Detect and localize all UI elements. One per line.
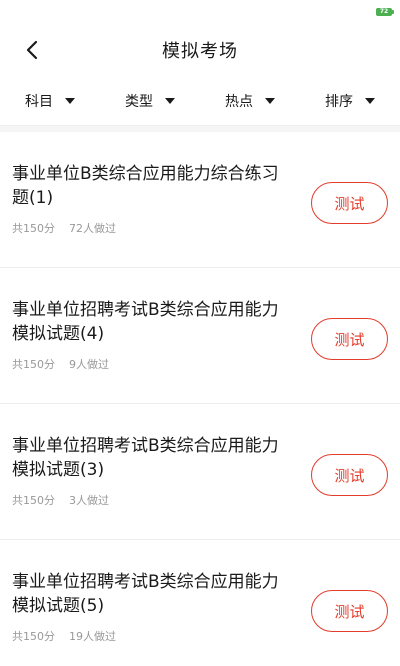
exam-meta: 共150分 19人做过	[12, 628, 290, 644]
filter-label: 类型	[125, 93, 153, 110]
exam-takers: 72人做过	[69, 222, 116, 235]
test-button[interactable]: 测试	[311, 318, 388, 360]
exam-score: 共150分	[12, 494, 55, 507]
test-button[interactable]: 测试	[311, 182, 388, 224]
filter-label: 热点	[225, 93, 253, 110]
exam-title: 事业单位B类综合应用能力综合练习题(1)	[12, 164, 279, 208]
exam-title: 事业单位招聘考试B类综合应用能力模拟试题(3)	[12, 436, 279, 480]
exam-title: 事业单位招聘考试B类综合应用能力模拟试题(4)	[12, 300, 279, 344]
exam-score: 共150分	[12, 358, 55, 371]
exam-meta: 共150分 9人做过	[12, 356, 290, 372]
back-button[interactable]	[14, 34, 50, 66]
filter-subject[interactable]: 科目	[0, 91, 100, 111]
exam-list-item[interactable]: 事业单位招聘考试B类综合应用能力模拟试题(5) 共150分 19人做过 测试	[0, 540, 400, 666]
battery-icon: 72	[376, 8, 394, 16]
filter-type[interactable]: 类型	[100, 91, 200, 111]
caret-down-icon	[165, 97, 175, 104]
exam-takers: 9人做过	[69, 358, 109, 371]
exam-score: 共150分	[12, 630, 55, 643]
caret-down-icon	[365, 97, 375, 104]
test-button[interactable]: 测试	[311, 454, 388, 496]
chevron-left-icon	[26, 40, 38, 60]
test-button[interactable]: 测试	[311, 590, 388, 632]
exam-meta: 共150分 72人做过	[12, 220, 290, 236]
filter-label: 科目	[25, 93, 53, 110]
exam-list-item[interactable]: 事业单位B类综合应用能力综合练习题(1) 共150分 72人做过 测试	[0, 132, 400, 268]
filter-bar: 科目 类型 热点 排序	[0, 76, 400, 126]
exam-list-item[interactable]: 事业单位招聘考试B类综合应用能力模拟试题(3) 共150分 3人做过 测试	[0, 404, 400, 540]
exam-list: 事业单位B类综合应用能力综合练习题(1) 共150分 72人做过 测试 事业单位…	[0, 132, 400, 666]
exam-title: 事业单位招聘考试B类综合应用能力模拟试题(5)	[12, 572, 279, 616]
caret-down-icon	[265, 97, 275, 104]
exam-takers: 3人做过	[69, 494, 109, 507]
exam-meta: 共150分 3人做过	[12, 492, 290, 508]
exam-score: 共150分	[12, 222, 55, 235]
header: 模拟考场	[0, 24, 400, 76]
caret-down-icon	[65, 97, 75, 104]
exam-takers: 19人做过	[69, 630, 116, 643]
status-bar: 72	[0, 0, 400, 24]
filter-label: 排序	[325, 93, 353, 110]
filter-hot[interactable]: 热点	[200, 91, 300, 111]
page-title: 模拟考场	[162, 41, 238, 62]
filter-sort[interactable]: 排序	[300, 91, 400, 111]
exam-list-item[interactable]: 事业单位招聘考试B类综合应用能力模拟试题(4) 共150分 9人做过 测试	[0, 268, 400, 404]
app-screen: 72 模拟考场 科目 类型 热点 排序 事业单位B类综合应用能力综合练习题(1)…	[0, 0, 400, 666]
